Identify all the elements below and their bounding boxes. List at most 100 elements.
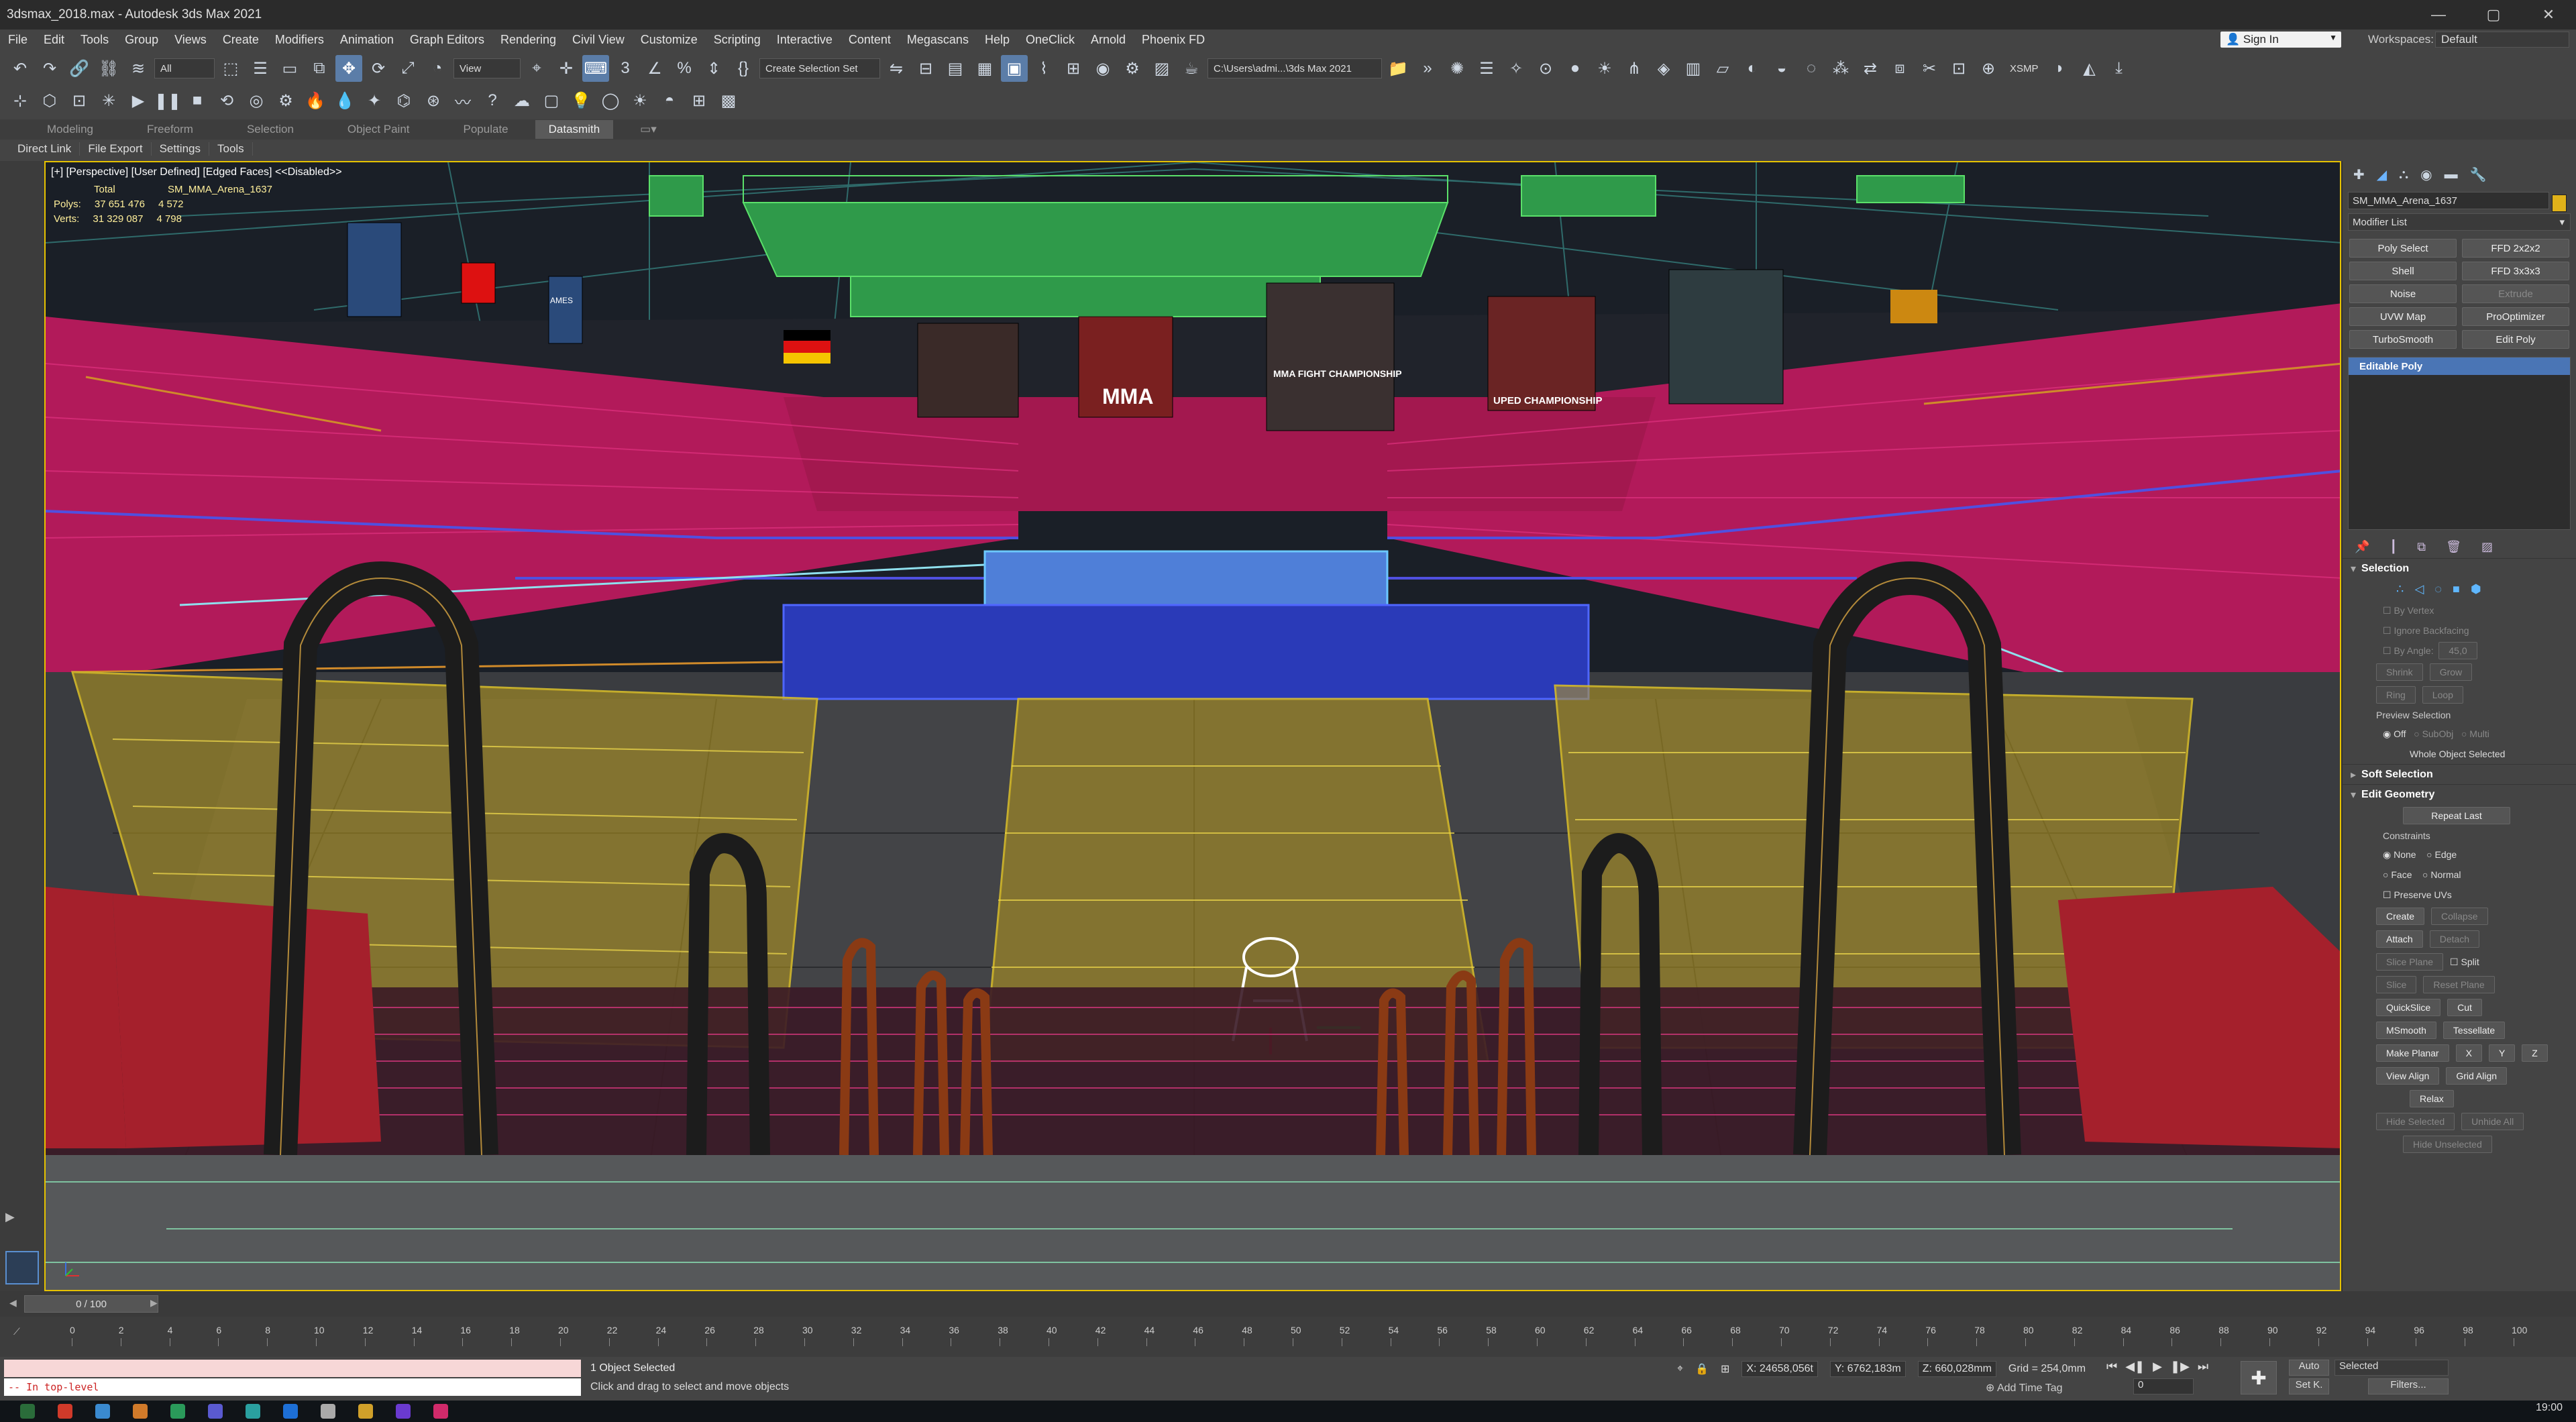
apps-icon[interactable]: ⊞ xyxy=(686,87,712,114)
menu-civil-view[interactable]: Civil View xyxy=(564,33,633,47)
border-icon[interactable]: ◌ xyxy=(2434,582,2442,596)
grid-align-button[interactable]: Grid Align xyxy=(2446,1067,2508,1085)
unlink-icon[interactable]: ⛓ xyxy=(95,55,122,82)
noise-button[interactable]: Noise xyxy=(2349,284,2457,303)
make-planar-button[interactable]: Make Planar xyxy=(2376,1044,2449,1062)
constraint-edge-radio[interactable]: ○ Edge xyxy=(2426,849,2457,860)
railclone-icon[interactable]: ⤓ xyxy=(2106,55,2133,82)
display-tab-icon[interactable]: ▬ xyxy=(2445,167,2458,182)
current-frame-field[interactable]: 0 xyxy=(2133,1378,2194,1394)
minimize-button[interactable]: — xyxy=(2411,0,2466,30)
extrude-button[interactable]: Extrude xyxy=(2462,284,2569,303)
menu-oneclick[interactable]: OneClick xyxy=(1018,33,1083,47)
polygon-icon[interactable]: ■ xyxy=(2453,582,2460,596)
dome-icon[interactable]: ◓ xyxy=(656,87,683,114)
menu-help[interactable]: Help xyxy=(977,33,1018,47)
taskbar-3dsmax-icon[interactable] xyxy=(283,1404,298,1419)
mirror-icon[interactable]: ⇋ xyxy=(883,55,910,82)
select-scale-icon[interactable]: ⤢ xyxy=(394,55,421,82)
taskbar-app-icon[interactable] xyxy=(358,1404,373,1419)
named-selection-set-select[interactable]: Create Selection Set xyxy=(759,58,880,78)
pivot-center-icon[interactable]: ⌖ xyxy=(523,55,550,82)
settings-icon[interactable]: ⚙ xyxy=(272,87,299,114)
absolute-mode-icon[interactable]: ⊞ xyxy=(1721,1362,1729,1376)
taskbar-app-icon[interactable] xyxy=(246,1404,260,1419)
vray-aerial-icon[interactable]: ⧈ xyxy=(1886,55,1913,82)
maxscript-output[interactable]: -- In top-level xyxy=(4,1378,581,1396)
planar-x-button[interactable]: X xyxy=(2455,1044,2482,1062)
split-checkbox[interactable]: ☐ Split xyxy=(2450,952,2479,972)
selection-filter-select[interactable]: All xyxy=(154,58,215,78)
spinner-snap-icon[interactable]: ⇕ xyxy=(700,55,727,82)
vray-fb-icon[interactable]: ▥ xyxy=(1680,55,1707,82)
set-key-button[interactable]: Set K. xyxy=(2289,1378,2329,1394)
menu-group[interactable]: Group xyxy=(117,33,166,47)
material-icon[interactable]: ▩ xyxy=(715,87,742,114)
menu-rendering[interactable]: Rendering xyxy=(492,33,564,47)
redo-icon[interactable]: ↷ xyxy=(36,55,63,82)
menu-content[interactable]: Content xyxy=(841,33,899,47)
slice-button[interactable]: Slice xyxy=(2376,976,2417,993)
time-slider[interactable]: 0 / 100 xyxy=(24,1295,158,1313)
loop-button[interactable]: Loop xyxy=(2422,686,2463,704)
ocean-icon[interactable]: 〰 xyxy=(449,87,476,114)
menu-arnold[interactable]: Arnold xyxy=(1083,33,1134,47)
workspace-select[interactable]: Default xyxy=(2435,32,2569,48)
rendered-frame-icon[interactable]: ▨ xyxy=(1148,55,1175,82)
set-key-icon[interactable]: ✚ xyxy=(2241,1361,2277,1394)
display-icon[interactable]: ▢ xyxy=(538,87,565,114)
vertex-icon[interactable]: ∴ xyxy=(2396,582,2404,596)
play-animation-icon[interactable]: ▶ xyxy=(2153,1360,2162,1374)
preview-subobj-radio[interactable]: ○ SubObj xyxy=(2414,728,2453,739)
taskbar-app-icon[interactable] xyxy=(396,1404,411,1419)
go-to-start-icon[interactable]: ⏮ xyxy=(2106,1360,2117,1374)
tools-button[interactable]: Tools xyxy=(216,142,253,156)
close-button[interactable]: ✕ xyxy=(2521,0,2576,30)
tab-object-paint[interactable]: Object Paint xyxy=(321,123,437,136)
stop-icon[interactable]: ■ xyxy=(184,87,211,114)
vray-fur-icon[interactable]: ⋔ xyxy=(1621,55,1648,82)
soft-selection-rollout-header[interactable]: Soft Selection xyxy=(2343,764,2576,784)
taskbar-app-icon[interactable] xyxy=(208,1404,223,1419)
tab-datasmith[interactable]: Datasmith xyxy=(535,120,614,139)
configure-modifier-sets-icon[interactable]: ▨ xyxy=(2481,540,2493,554)
detach-button[interactable]: Detach xyxy=(2429,930,2480,948)
percent-snap-icon[interactable]: % xyxy=(671,55,698,82)
selection-rollout-header[interactable]: Selection xyxy=(2343,558,2576,578)
go-to-end-icon[interactable]: ⏭ xyxy=(2198,1360,2208,1374)
keyboard-shortcut-icon[interactable]: ⌨ xyxy=(582,55,609,82)
shell-button[interactable]: Shell xyxy=(2349,262,2457,280)
direct-link-button[interactable]: Direct Link xyxy=(16,142,80,156)
trackbar[interactable]: ⟋ 0 2 4 6 8 10 12 14 16 18 20 22 24 26 28 30 32 34 36 38 40 4… xyxy=(0,1317,2576,1357)
settings-button[interactable]: Settings xyxy=(158,142,209,156)
show-end-result-icon[interactable]: ┃ xyxy=(2390,540,2397,554)
flipper-icon[interactable]: ⌬ xyxy=(390,87,417,114)
menu-edit[interactable]: Edit xyxy=(36,33,72,47)
hide-unselected-button[interactable]: Hide Unselected xyxy=(2403,1136,2492,1153)
menu-animation[interactable]: Animation xyxy=(332,33,402,47)
render-setup-icon[interactable]: ⚙ xyxy=(1119,55,1146,82)
x-coordinate-field[interactable]: X: 24658,056t xyxy=(1741,1361,1818,1377)
stack-item-editable-poly[interactable]: Editable Poly xyxy=(2349,358,2570,375)
constraint-face-radio[interactable]: ○ Face xyxy=(2383,869,2412,880)
pin-stack-icon[interactable]: 📌 xyxy=(2355,540,2369,554)
create-button[interactable]: Create xyxy=(2376,908,2425,925)
angle-snap-icon[interactable]: ∠ xyxy=(641,55,668,82)
transform-type-in-icon[interactable]: ⊡ xyxy=(66,87,93,114)
window-crossing-icon[interactable]: ⧉ xyxy=(306,55,333,82)
hierarchy-tab-icon[interactable]: ⛬ xyxy=(2399,167,2408,182)
vray-sphere-icon[interactable]: ● xyxy=(1562,55,1589,82)
by-vertex-checkbox[interactable]: ☐ By Vertex xyxy=(2343,600,2576,620)
slice-plane-button[interactable]: Slice Plane xyxy=(2376,953,2444,971)
source-icon[interactable]: ⊛ xyxy=(420,87,447,114)
sun-icon[interactable]: ☀ xyxy=(627,87,653,114)
pause-icon[interactable]: ❚❚ xyxy=(154,87,181,114)
key-filter-select[interactable]: Selected xyxy=(2334,1360,2449,1376)
overflow-icon[interactable]: » xyxy=(1414,55,1441,82)
element-icon[interactable]: ⬢ xyxy=(2471,582,2481,596)
relax-button[interactable]: Relax xyxy=(2410,1090,2454,1107)
align-icon[interactable]: ⊟ xyxy=(912,55,939,82)
select-object-icon[interactable]: ⬚ xyxy=(217,55,244,82)
shrink-button[interactable]: Shrink xyxy=(2376,663,2423,681)
modifier-list-dropdown[interactable]: Modifier List ▾ xyxy=(2348,213,2571,231)
